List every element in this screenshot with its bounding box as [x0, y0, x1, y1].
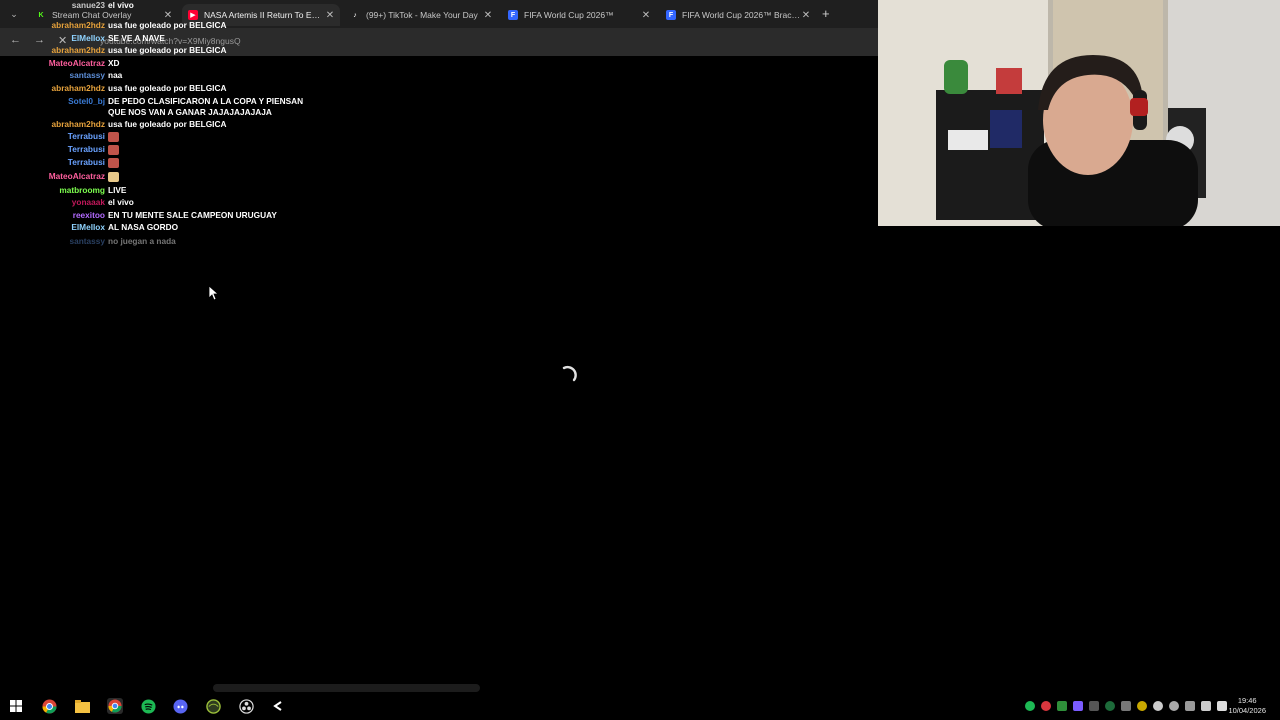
- chat-text-line: no juegan a nada: [108, 236, 176, 246]
- norton-tray-icon[interactable]: [1137, 701, 1147, 711]
- chat-username[interactable]: Sotel0_bj: [68, 96, 105, 107]
- antivirus-tray-icon[interactable]: [1041, 701, 1051, 711]
- chat-text-line: naa: [108, 70, 123, 80]
- obs-icon[interactable]: [238, 698, 254, 714]
- chat-username[interactable]: Terrabusi: [68, 157, 105, 168]
- chat-username[interactable]: abraham2hdz: [52, 45, 105, 56]
- chat-username[interactable]: matbroomg: [59, 185, 105, 196]
- chat-username[interactable]: reexitoo: [73, 210, 105, 221]
- windows-start-icon[interactable]: [8, 698, 24, 714]
- close-tab-icon[interactable]: ✕: [640, 10, 652, 21]
- chat-text: LIVE: [108, 185, 126, 196]
- chat-text: el vivo: [108, 197, 134, 208]
- fifa-favicon-icon: F: [508, 10, 518, 20]
- chat-username[interactable]: sanue23: [72, 0, 105, 11]
- tab-fifa-bracket[interactable]: F FIFA World Cup 2026™ Bracket ✕: [660, 4, 816, 26]
- chat-text-line: LIVE: [108, 185, 127, 195]
- chat-text: usa fue goleado por BELGICA: [108, 20, 226, 31]
- chat-username[interactable]: yonaaak: [72, 197, 105, 208]
- network-app-tray-icon[interactable]: [1105, 701, 1115, 711]
- tab-fifa-world-cup[interactable]: F FIFA World Cup 2026™ ✕: [502, 4, 656, 26]
- chat-text: [108, 171, 119, 182]
- chat-username[interactable]: ElMellox: [71, 33, 105, 44]
- chat-emote-icon: [108, 144, 119, 155]
- windows-taskbar: [0, 692, 1280, 720]
- chat-text-line: usa fue goleado por BELGICA: [108, 119, 227, 129]
- chrome-active-icon[interactable]: [107, 698, 123, 714]
- chat-text-line: SE VE A NAVE: [108, 33, 165, 43]
- chat-text: EN TU MENTE SALE CAMPEON URUGUAY: [108, 210, 277, 221]
- chat-username[interactable]: ElMellox: [71, 222, 105, 233]
- horizontal-scrollbar[interactable]: [213, 684, 480, 692]
- close-tab-icon[interactable]: ✕: [482, 10, 494, 21]
- chat-text-line: el vivo: [108, 0, 134, 10]
- chat-text: DE PEDO CLASIFICARON A LA COPA Y PIENSAN…: [108, 96, 303, 118]
- chat-text-line: DE PEDO CLASIFICARON A LA COPA Y PIENSAN: [108, 96, 304, 106]
- chevron-tray-icon[interactable]: [1121, 701, 1131, 711]
- chat-username[interactable]: Terrabusi: [68, 144, 105, 155]
- chat-text: no juegan a nada: [108, 236, 176, 247]
- close-tab-icon[interactable]: ✕: [800, 10, 812, 21]
- browser-app-icon[interactable]: [205, 698, 221, 714]
- chat-emote-icon: [108, 131, 119, 142]
- volume-icon[interactable]: [1201, 701, 1211, 711]
- monitor-tray-icon[interactable]: [1185, 701, 1195, 711]
- chat-text: [108, 157, 119, 168]
- chat-username[interactable]: abraham2hdz: [52, 20, 105, 31]
- chat-emote-icon: [108, 171, 119, 182]
- chat-text: usa fue goleado por BELGICA: [108, 45, 226, 56]
- chat-text: AL NASA GORDO: [108, 222, 178, 233]
- spotify-icon[interactable]: [140, 698, 156, 714]
- chat-username[interactable]: santassy: [69, 236, 105, 247]
- clock-time: 19:46: [1237, 696, 1257, 705]
- tab-title: FIFA World Cup 2026™: [524, 10, 614, 20]
- chat-text-line: XD: [108, 58, 120, 68]
- chat-text: usa fue goleado por BELGICA: [108, 83, 226, 94]
- fifa-favicon-icon: F: [666, 10, 676, 20]
- loading-spinner-icon: [562, 365, 577, 382]
- chat-text: [108, 131, 119, 142]
- chat-username[interactable]: abraham2hdz: [52, 119, 105, 130]
- chrome-icon[interactable]: [41, 698, 57, 714]
- chat-text-line: QUE NOS VAN A GANAR JAJAJAJAJAJA: [108, 107, 272, 117]
- chat-text: el vivo: [108, 0, 134, 11]
- settings-tray-icon[interactable]: [1153, 701, 1163, 711]
- chat-username[interactable]: MateoAlcatraz: [49, 171, 105, 182]
- chat-text-line: usa fue goleado por BELGICA: [108, 45, 227, 55]
- chat-username[interactable]: Terrabusi: [68, 131, 105, 142]
- chat-text: SE VE A NAVE: [108, 33, 165, 44]
- new-tab-button[interactable]: +: [822, 6, 830, 21]
- taskbar-clock[interactable]: 19:46 10/04/2026: [1228, 696, 1266, 716]
- chat-text-line: usa fue goleado por BELGICA: [108, 20, 227, 30]
- notification-icon[interactable]: [1217, 701, 1227, 711]
- chat-text-line: usa fue goleado por BELGICA: [108, 83, 227, 93]
- vpn-tray-icon[interactable]: [1169, 701, 1179, 711]
- discord-icon[interactable]: [172, 698, 188, 714]
- chat-text: naa: [108, 70, 122, 81]
- stream-chat-overlay: sanue23 el vivo abraham2hdz usa fue goleado…: [0, 0, 400, 250]
- chat-text: XD: [108, 58, 120, 69]
- chat-text: usa fue goleado por BELGICA: [108, 119, 226, 130]
- clock-date: 10/04/2026: [1228, 706, 1266, 715]
- chat-text-line: AL NASA GORDO: [108, 222, 179, 232]
- streamer-webcam: [878, 0, 1280, 226]
- chat-text: [108, 144, 119, 155]
- chat-text-line: EN TU MENTE SALE CAMPEON URUGUAY: [108, 210, 277, 220]
- tab-title: FIFA World Cup 2026™ Bracket: [682, 10, 800, 20]
- keyboard-tray-icon[interactable]: [1089, 701, 1099, 711]
- file-explorer-icon[interactable]: [74, 698, 90, 714]
- spotify-tray-icon[interactable]: [1025, 701, 1035, 711]
- chat-emote-icon: [108, 157, 119, 168]
- streamer-app-icon[interactable]: [270, 698, 286, 714]
- chat-username[interactable]: MateoAlcatraz: [49, 58, 105, 69]
- app-tray-icon[interactable]: [1073, 701, 1083, 711]
- chat-text-line: el vivo: [108, 197, 134, 207]
- chat-username[interactable]: abraham2hdz: [52, 83, 105, 94]
- mouse-cursor-icon: [208, 285, 218, 301]
- chat-username[interactable]: santassy: [69, 70, 105, 81]
- nvidia-tray-icon[interactable]: [1057, 701, 1067, 711]
